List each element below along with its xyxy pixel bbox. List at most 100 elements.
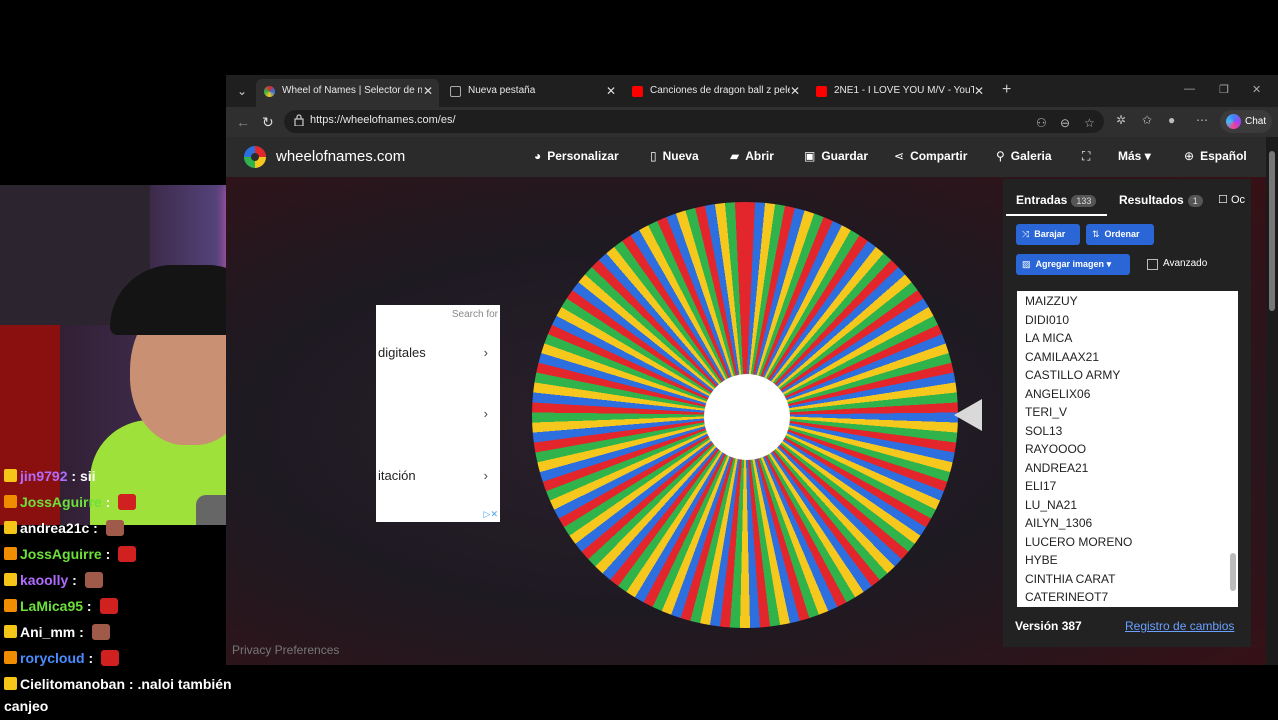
chat-message: LaMica95 : bbox=[4, 598, 118, 614]
chat-badge-icon bbox=[4, 677, 17, 690]
sort-icon: ⇅ bbox=[1092, 229, 1100, 239]
profile-avatar-icon[interactable]: ● bbox=[1168, 113, 1175, 127]
chat-username[interactable]: LaMica95 bbox=[20, 598, 83, 614]
new-tab-plus-icon[interactable]: + bbox=[1002, 81, 1011, 99]
menu-galeria[interactable]: ⚲ Galeria bbox=[996, 149, 1052, 163]
wheel-pointer-arrow bbox=[954, 399, 982, 431]
chat-badge-icon bbox=[4, 521, 17, 534]
url-field[interactable]: https://wheelofnames.com/es/ ⚇ ⊖ ☆ bbox=[284, 110, 1104, 133]
youtube-favicon-icon bbox=[816, 86, 827, 97]
ad-row-label[interactable]: itación bbox=[378, 468, 416, 483]
checkbox-icon: ☐ bbox=[1218, 194, 1228, 206]
reload-icon[interactable]: ↻ bbox=[262, 113, 274, 131]
close-icon[interactable]: ✕ bbox=[790, 79, 800, 103]
page-scrollbar[interactable] bbox=[1266, 137, 1278, 665]
wheelofnames-page: wheelofnames.com ◕ Personalizar ▯ Nueva ▰ A… bbox=[226, 137, 1266, 665]
chat-message: jin9792 : sii bbox=[4, 468, 96, 484]
tab-wheel-of-names[interactable]: Wheel of Names | Selector de nom ✕ bbox=[256, 79, 439, 107]
chat-username[interactable]: Ani_mm bbox=[20, 624, 75, 640]
chat-username[interactable]: andrea21c bbox=[20, 520, 89, 536]
chevron-right-icon[interactable]: › bbox=[484, 468, 488, 483]
ad-row-label[interactable]: digitales bbox=[378, 345, 426, 360]
add-image-button[interactable]: ▨ Agregar imagen ▾ bbox=[1016, 254, 1130, 275]
chat-text: sii bbox=[79, 468, 96, 484]
entries-textarea[interactable]: MAIZZUY DIDI010 LA MICA CAMILAAX21 CASTILLO … bbox=[1017, 291, 1238, 607]
chat-message: Ani_mm : bbox=[4, 624, 110, 640]
youtube-favicon-icon bbox=[632, 86, 643, 97]
menu-nueva[interactable]: ▯ Nueva bbox=[650, 149, 699, 163]
tab-dragon-ball[interactable]: Canciones de dragon ball z pelea ✕ bbox=[624, 79, 806, 107]
favorites-icon[interactable]: ✩ bbox=[1142, 113, 1152, 127]
globe-icon: ⊕ bbox=[1184, 149, 1195, 163]
zoom-icon[interactable]: ⊖ bbox=[1060, 116, 1070, 130]
wheel-center-hub[interactable] bbox=[704, 374, 790, 460]
lock-icon bbox=[294, 114, 304, 126]
restore-icon[interactable]: ❐ bbox=[1219, 83, 1229, 96]
chat-badge-icon bbox=[4, 495, 17, 508]
chat-message: JossAguirre : bbox=[4, 494, 137, 510]
ad-search-label: Search for bbox=[451, 309, 498, 320]
version-label: Versión 387 bbox=[1015, 619, 1082, 633]
chat-separator: : bbox=[75, 624, 88, 640]
chat-badge-icon bbox=[4, 469, 17, 482]
more-menu-icon[interactable]: ⋯ bbox=[1196, 113, 1208, 127]
menu-mas[interactable]: Más ▾ bbox=[1118, 149, 1151, 163]
menu-personalizar[interactable]: ◕ Personalizar bbox=[534, 149, 619, 163]
wheel-favicon-icon bbox=[264, 86, 275, 97]
chat-username[interactable]: jin9792 bbox=[20, 468, 67, 484]
menu-abrir[interactable]: ▰ Abrir bbox=[730, 149, 774, 163]
minimize-icon[interactable]: — bbox=[1184, 83, 1195, 95]
chat-username[interactable]: JossAguirre bbox=[20, 546, 102, 562]
page-scroll-thumb[interactable] bbox=[1269, 151, 1275, 311]
chat-username[interactable]: Cielitomanoban bbox=[20, 676, 125, 692]
favorite-star-icon[interactable]: ☆ bbox=[1084, 116, 1095, 130]
entry-item: LA MICA bbox=[1025, 331, 1073, 345]
advertisement[interactable]: Search for digitales › › itación › ▷✕ bbox=[376, 305, 500, 522]
tab-results[interactable]: Resultados 1 bbox=[1119, 193, 1203, 207]
chat-text: .naloi también bbox=[137, 676, 232, 692]
hide-checkbox[interactable]: ☐ Oc bbox=[1218, 193, 1245, 206]
shuffle-icon: ⤨ bbox=[1022, 229, 1030, 239]
tab-entries[interactable]: Entradas 133 bbox=[1016, 193, 1097, 207]
chevron-down-icon: ▾ bbox=[1144, 149, 1151, 163]
chat-username[interactable]: rorycloud bbox=[20, 650, 85, 666]
close-icon[interactable]: ✕ bbox=[423, 79, 433, 103]
chat-badge-icon bbox=[4, 651, 17, 664]
menu-compartir[interactable]: ⋖ Compartir bbox=[894, 149, 967, 163]
chevron-right-icon[interactable]: › bbox=[484, 406, 488, 421]
entry-item: CAMILAAX21 bbox=[1025, 349, 1100, 364]
fullscreen-icon: ⛶ bbox=[1082, 149, 1091, 163]
ad-choices-icon[interactable]: ▷✕ bbox=[484, 509, 498, 520]
chevron-right-icon[interactable]: › bbox=[484, 345, 488, 360]
entry-item: RAYOOOO bbox=[1025, 442, 1087, 456]
extensions-icon[interactable]: ✲ bbox=[1116, 113, 1126, 127]
entry-item: SOL13 bbox=[1025, 423, 1063, 438]
tab-title: 2NE1 - I LOVE YOU M/V - YouTube bbox=[834, 85, 974, 96]
changelog-link[interactable]: Registro de cambios bbox=[1125, 619, 1234, 633]
chat-separator: : bbox=[125, 676, 138, 692]
copilot-chat-button[interactable]: Chat bbox=[1220, 110, 1272, 133]
advanced-checkbox[interactable] bbox=[1147, 259, 1158, 270]
sort-button[interactable]: ⇅ Ordenar bbox=[1086, 224, 1154, 245]
entries-scroll-thumb[interactable] bbox=[1230, 553, 1236, 591]
site-name[interactable]: wheelofnames.com bbox=[276, 148, 405, 165]
tab-new-tab[interactable]: Nueva pestaña ✕ bbox=[442, 79, 622, 107]
chat-separator: : bbox=[84, 650, 98, 666]
close-icon[interactable]: ✕ bbox=[606, 79, 616, 103]
close-window-icon[interactable]: ✕ bbox=[1252, 83, 1261, 96]
chat-separator: : bbox=[67, 468, 80, 484]
chat-username[interactable]: kaoolly bbox=[20, 572, 68, 588]
shuffle-button[interactable]: ⤨ Barajar bbox=[1016, 224, 1080, 245]
tab-title: Wheel of Names | Selector de nom bbox=[282, 85, 422, 96]
close-icon[interactable]: ✕ bbox=[974, 79, 984, 103]
translate-icon[interactable]: ⚇ bbox=[1036, 116, 1047, 130]
fullscreen-button[interactable]: ⛶ bbox=[1082, 149, 1096, 164]
tab-2ne1[interactable]: 2NE1 - I LOVE YOU M/V - YouTube ✕ bbox=[808, 79, 990, 107]
tab-list-chevron-icon[interactable]: ⌄ bbox=[232, 81, 252, 101]
menu-guardar[interactable]: ▣ Guardar bbox=[804, 149, 868, 163]
chat-username[interactable]: JossAguirre bbox=[20, 494, 102, 510]
chat-message: Cielitomanoban : .naloi también bbox=[4, 676, 232, 692]
back-arrow-icon[interactable]: ← bbox=[236, 113, 250, 131]
menu-language[interactable]: ⊕ Español bbox=[1184, 149, 1247, 163]
entry-item: CATERINEOT7 bbox=[1025, 590, 1109, 604]
